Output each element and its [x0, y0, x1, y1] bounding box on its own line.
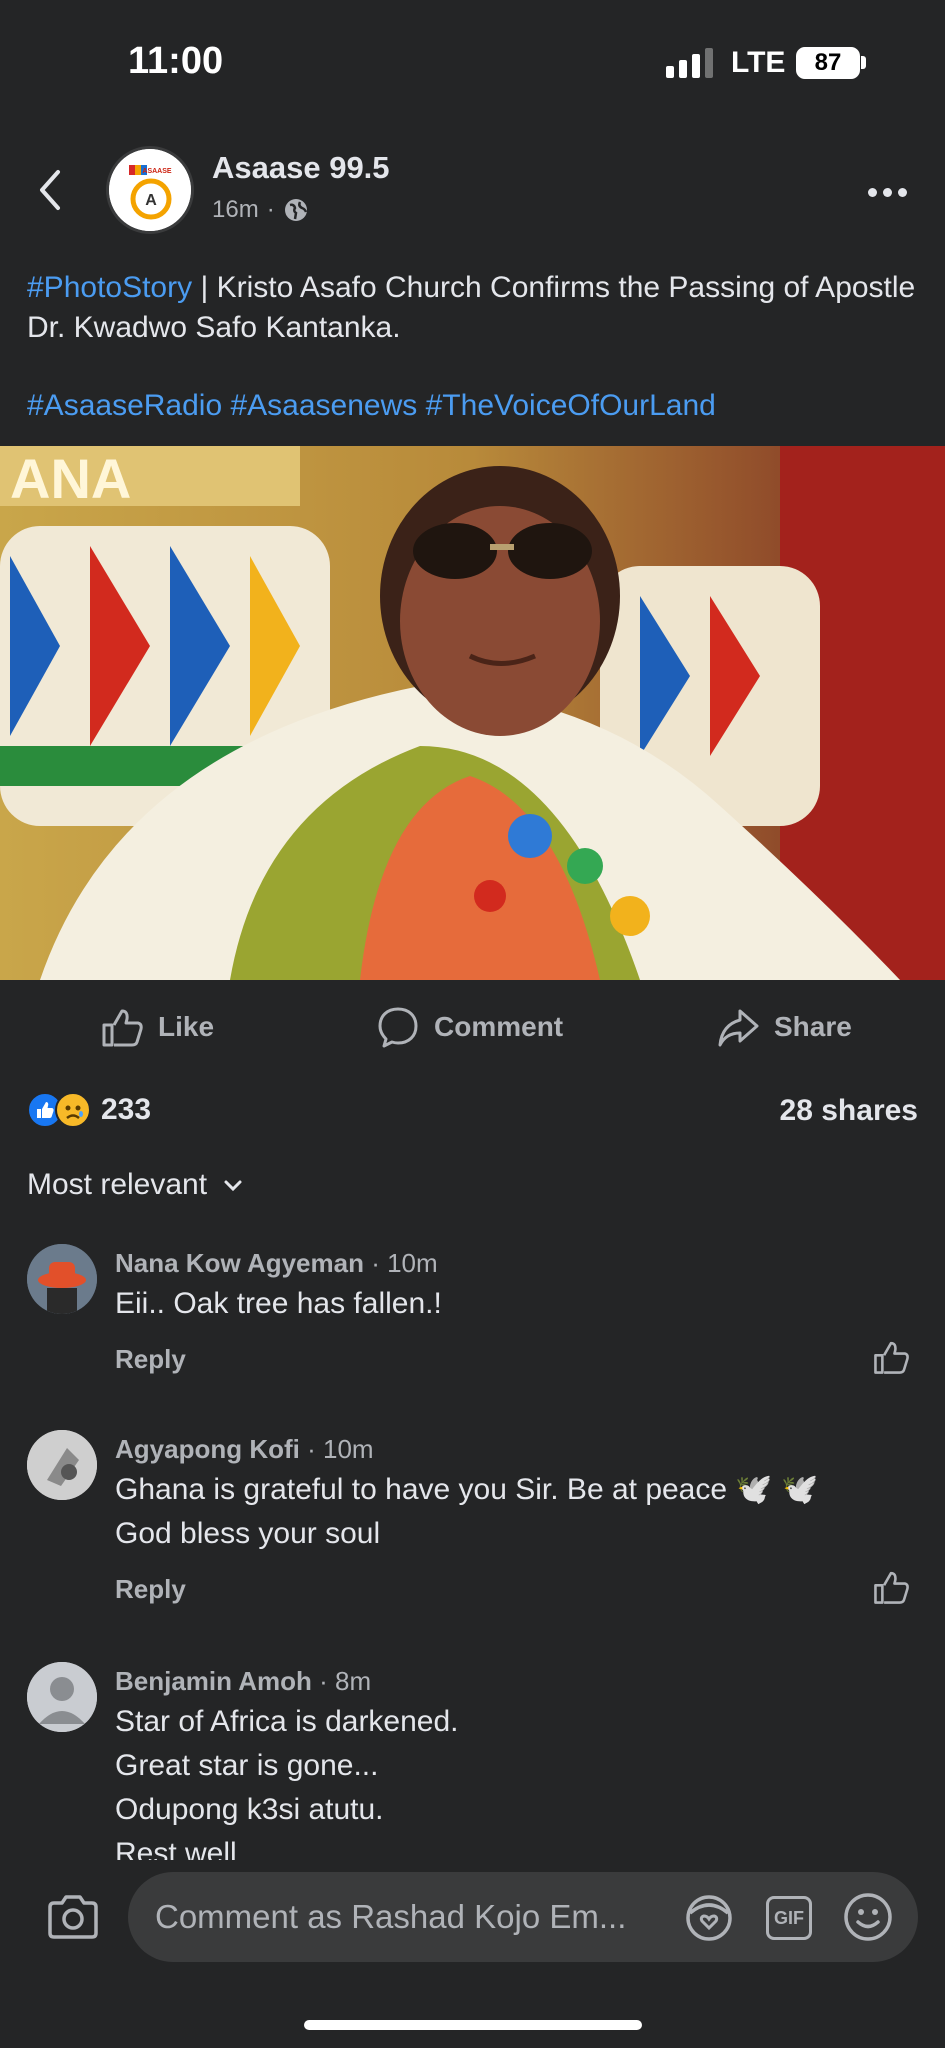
reply-button[interactable]: Reply [115, 1574, 186, 1605]
chevron-down-icon [224, 1180, 242, 1192]
reaction-count: 233 [101, 1093, 152, 1126]
comment-text: Star of Africa is darkened. Great star i… [115, 1705, 459, 1870]
like-button[interactable]: Like [100, 1002, 214, 1052]
emoji-icon[interactable] [842, 1891, 894, 1943]
comment-author[interactable]: Nana Kow Agyeman · 10m [115, 1248, 438, 1279]
hashtag-thevoiceofourland[interactable]: #TheVoiceOfOurLand [426, 389, 716, 422]
comment-text: Ghana is grateful to have you Sir. Be at… [115, 1473, 819, 1550]
shares-count[interactable]: 28 shares [780, 1094, 918, 1128]
sort-label: Most relevant [27, 1168, 208, 1201]
status-time: 11:00 [128, 40, 224, 82]
sad-reaction-icon [55, 1092, 91, 1128]
back-icon[interactable] [30, 160, 70, 220]
hashtag-asaaseradio[interactable]: #AsaaseRadio [27, 389, 222, 422]
home-indicator[interactable] [304, 2020, 642, 2030]
svg-text:ANA: ANA [10, 447, 131, 510]
hashtag-photostory[interactable]: #PhotoStory [27, 271, 192, 304]
camera-icon[interactable] [46, 1893, 100, 1941]
avatar-sticker-icon[interactable] [684, 1893, 734, 1943]
commenter-avatar[interactable] [27, 1430, 97, 1500]
signal-icon [666, 48, 713, 78]
comment-input-placeholder: Comment as Rashad Kojo Em... [155, 1898, 627, 1935]
comment-time: · 8m [311, 1666, 372, 1696]
post-meta: 16m · [212, 196, 309, 224]
post-photo[interactable]: ANA [0, 446, 945, 980]
comment-author[interactable]: Benjamin Amoh · 8m [115, 1666, 371, 1697]
meta-separator: · [266, 196, 275, 223]
comment-sort-dropdown[interactable]: Most relevant [27, 1168, 245, 1202]
comment-text: Eii.. Oak tree has fallen.! [115, 1287, 442, 1320]
photo-illustration: ANA [0, 446, 945, 980]
comment-button[interactable]: Comment [376, 1002, 563, 1052]
comment-label: Comment [434, 1011, 564, 1042]
share-button[interactable]: Share [716, 1002, 852, 1052]
hashtag-list: #AsaaseRadio #Asaasenews #TheVoiceOfOurL… [27, 386, 716, 426]
svg-text:ASAASE: ASAASE [142, 168, 172, 175]
commenter-avatar[interactable] [27, 1244, 97, 1314]
globe-icon [284, 199, 307, 221]
gif-button[interactable]: GIF [766, 1896, 812, 1940]
comment-bubble-icon [378, 1007, 418, 1048]
comment-time: · 10m [299, 1434, 374, 1464]
asaase-logo-icon: A ASAASE [109, 149, 191, 231]
post-text: #PhotoStory | Kristo Asafo Church Confir… [27, 268, 927, 348]
comment-like-icon[interactable] [872, 1338, 910, 1376]
battery-icon: 87 [796, 47, 860, 79]
thumbs-up-icon [102, 1009, 143, 1047]
svg-text:A: A [145, 192, 157, 209]
network-type: LTE [731, 46, 786, 79]
commenter-avatar[interactable] [27, 1662, 97, 1732]
page-avatar[interactable]: A ASAASE [106, 146, 194, 234]
reply-button[interactable]: Reply [115, 1344, 186, 1375]
share-arrow-icon [718, 1009, 759, 1047]
page-name[interactable]: Asaase 99.5 [212, 150, 390, 186]
comment-time: · 10m [363, 1248, 438, 1278]
comment-author[interactable]: Agyapong Kofi · 10m [115, 1434, 374, 1465]
hashtag-asaasenews[interactable]: #Asaasenews [230, 389, 417, 422]
reaction-summary[interactable]: 233 [27, 1092, 151, 1128]
share-label: Share [774, 1011, 852, 1042]
more-options-icon[interactable] [868, 172, 918, 212]
battery-tip [861, 56, 866, 69]
post-time: 16m [212, 196, 259, 223]
comment-like-icon[interactable] [872, 1568, 910, 1606]
like-label: Like [158, 1011, 215, 1042]
